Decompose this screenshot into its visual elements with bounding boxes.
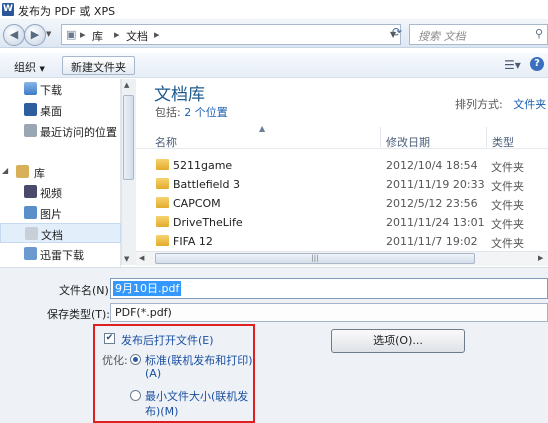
documents-icon [25, 227, 38, 240]
standard-label-line1[interactable]: 标准(联机发布和打印) [145, 352, 253, 368]
save-type-label: 保存类型(T): [47, 308, 111, 321]
column-divider[interactable] [380, 127, 381, 147]
breadcrumb-library[interactable]: 库 [92, 28, 103, 44]
chevron-down-icon: ▼ [39, 65, 45, 73]
open-after-publish-label[interactable]: 发布后打开文件(E) [121, 332, 214, 348]
horizontal-scroll-thumb[interactable]: ||| [155, 253, 475, 264]
recent-pages-dropdown-icon[interactable]: ▼ [46, 30, 54, 38]
sidebar-scroll-thumb[interactable] [123, 95, 134, 180]
sidebar-item-documents[interactable]: 文档 [0, 223, 121, 243]
radio-selected-dot [133, 357, 138, 362]
chevron-right-icon[interactable]: ▸ [114, 28, 120, 41]
folder-icon [156, 197, 169, 208]
scroll-right-icon[interactable]: ▶ [538, 254, 543, 262]
sidebar-item-downloads[interactable]: 下载 [0, 79, 121, 99]
scroll-down-icon[interactable]: ▼ [124, 255, 129, 263]
arrange-by: 排列方式: 文件夹 [455, 98, 547, 111]
folder-icon [156, 216, 169, 227]
desktop-icon [24, 103, 37, 116]
open-after-publish-checkbox[interactable]: ✔ [104, 333, 115, 344]
list-item[interactable]: FIFA 12 2011/11/7 19:02 文件夹 [136, 232, 548, 251]
arrange-by-dropdown[interactable]: 文件夹 [513, 98, 546, 111]
address-bar[interactable]: ▣ ▸ 库 ▸ 文档 ▸ ▼ [61, 24, 401, 45]
chevron-right-icon[interactable]: ▸ [154, 28, 160, 41]
forward-button[interactable]: ▶ [24, 24, 46, 46]
recent-places-icon [24, 124, 37, 137]
list-item[interactable]: 5211game 2012/10/4 18:54 文件夹 [136, 156, 548, 175]
videos-icon [24, 185, 37, 198]
search-input[interactable]: 搜索 文档 ⚲ [409, 24, 548, 45]
library-includes: 包括: 2 个位置 [155, 106, 228, 119]
list-item[interactable]: DriveTheLife 2011/11/24 13:01 文件夹 [136, 213, 548, 232]
column-modified-date[interactable]: 修改日期 [386, 134, 430, 150]
list-item[interactable]: CAPCOM 2012/5/12 23:56 文件夹 [136, 194, 548, 213]
minimum-size-label-line1[interactable]: 最小文件大小(联机发 [145, 388, 248, 404]
options-button[interactable]: 选项(O)... [331, 329, 465, 353]
list-item[interactable]: Battlefield 3 2011/11/19 20:33 文件夹 [136, 175, 548, 194]
thunder-download-icon [24, 247, 37, 260]
save-type-select[interactable]: PDF(*.pdf) [110, 303, 548, 322]
optimize-label: 优化: [102, 354, 128, 367]
includes-locations-link[interactable]: 2 个位置 [184, 106, 228, 119]
sidebar-item-pictures[interactable]: 图片 [0, 203, 121, 223]
pictures-icon [24, 206, 37, 219]
refresh-icon[interactable]: ⟳ [392, 25, 402, 39]
filename-label: 文件名(N): [59, 284, 113, 297]
folder-icon [156, 235, 169, 246]
minimum-size-label-line2[interactable]: 布)(M) [145, 403, 178, 419]
column-type[interactable]: 类型 [492, 134, 514, 150]
library-title: 文档库 [154, 85, 205, 105]
filename-input[interactable]: 9月10日.pdf [110, 278, 548, 299]
new-folder-button[interactable]: 新建文件夹 [62, 56, 135, 75]
scroll-left-icon[interactable]: ◀ [139, 254, 144, 262]
window-title: 发布为 PDF 或 XPS [18, 5, 116, 18]
column-name[interactable]: 名称 [155, 134, 177, 150]
minimum-size-radio[interactable] [130, 390, 141, 401]
folder-icon: ▣ [66, 28, 77, 41]
help-icon[interactable]: ? [530, 57, 544, 71]
sort-ascending-icon: ▲ [259, 124, 266, 133]
folder-icon [156, 178, 169, 189]
library-icon [16, 165, 29, 178]
back-button[interactable]: ◀ [3, 24, 25, 46]
folder-icon [156, 159, 169, 170]
column-divider[interactable] [486, 127, 487, 147]
word-app-icon: W [2, 3, 14, 16]
standard-label-line2[interactable]: (A) [145, 367, 161, 380]
scroll-up-icon[interactable]: ▲ [124, 81, 129, 89]
sidebar-item-videos[interactable]: 视频 [0, 182, 121, 202]
sidebar-item-thunder-download[interactable]: 迅雷下载 [0, 244, 121, 264]
breadcrumb-documents[interactable]: 文档 [126, 28, 148, 44]
navigation-pane: 下载 桌面 最近访问的位置 ◢ 库 视频 图片 文档 迅雷下载 [0, 79, 121, 267]
organize-button[interactable]: 组织 ▼ [5, 56, 54, 75]
sidebar-item-libraries[interactable]: 库 [0, 162, 121, 182]
view-options-icon[interactable]: ☰▾ [504, 58, 521, 72]
chevron-right-icon[interactable]: ▸ [80, 28, 86, 41]
download-folder-icon [24, 82, 37, 95]
search-icon[interactable]: ⚲ [535, 27, 543, 40]
sidebar-item-desktop[interactable]: 桌面 [0, 100, 121, 120]
standard-radio[interactable] [130, 354, 141, 365]
sidebar-item-recent-places[interactable]: 最近访问的位置 [0, 121, 121, 141]
